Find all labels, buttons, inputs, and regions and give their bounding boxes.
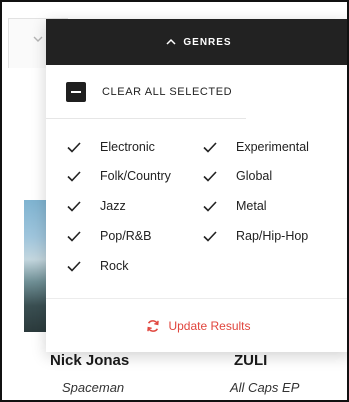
genre-option-rap-hip-hop[interactable]: Rap/Hip-Hop: [202, 226, 308, 246]
genres-toggle-button[interactable]: GENRES: [46, 19, 347, 65]
checkmark-icon: [67, 201, 81, 212]
genre-label: Rock: [100, 259, 129, 273]
genre-option-rock[interactable]: Rock: [66, 256, 128, 276]
result-artist[interactable]: Nick Jonas: [50, 352, 129, 369]
genre-option-electronic[interactable]: Electronic: [66, 137, 155, 157]
checkmark-icon: [67, 231, 81, 242]
result-album[interactable]: Spaceman: [62, 380, 124, 395]
result-artist[interactable]: ZULI: [234, 352, 267, 369]
checkmark-icon: [203, 171, 217, 182]
update-results-label: Update Results: [168, 319, 251, 333]
genre-option-experimental[interactable]: Experimental: [202, 137, 309, 157]
genre-option-pop-rnb[interactable]: Pop/R&B: [66, 226, 151, 246]
genre-label: Experimental: [236, 140, 309, 154]
genre-label: Pop/R&B: [100, 229, 152, 243]
genre-option-jazz[interactable]: Jazz: [66, 196, 126, 216]
genre-label: Folk/Country: [100, 169, 171, 183]
chevron-up-icon: [166, 38, 176, 45]
result-album[interactable]: All Caps EP: [230, 380, 299, 395]
divider: [46, 118, 246, 119]
clear-all-label: CLEAR ALL SELECTED: [102, 86, 233, 98]
refresh-icon: [147, 320, 160, 332]
genre-label: Electronic: [100, 140, 155, 154]
genre-option-global[interactable]: Global: [202, 166, 272, 186]
checkmark-icon: [67, 171, 81, 182]
checkmark-icon: [203, 231, 217, 242]
genre-label: Metal: [236, 199, 267, 213]
minus-box-icon: [66, 82, 86, 102]
checkmark-icon: [203, 142, 217, 153]
checkmark-icon: [67, 142, 81, 153]
genre-option-folk-country[interactable]: Folk/Country: [66, 166, 171, 186]
genres-dropdown-panel: GENRES CLEAR ALL SELECTED Electronic Fol…: [46, 19, 347, 352]
chevron-down-icon: [32, 33, 46, 47]
genre-label: Jazz: [100, 199, 126, 213]
clear-all-selected-button[interactable]: CLEAR ALL SELECTED: [66, 79, 286, 105]
genre-label: Global: [236, 169, 273, 183]
update-results-button[interactable]: Update Results: [46, 313, 347, 339]
divider: [46, 298, 347, 299]
genres-header-label: GENRES: [183, 36, 232, 48]
genre-label: Rap/Hip-Hop: [236, 229, 309, 243]
checkmark-icon: [203, 201, 217, 212]
genre-option-metal[interactable]: Metal: [202, 196, 267, 216]
checkmark-icon: [67, 261, 81, 272]
page-frame: Nick Jonas ZULI Spaceman All Caps EP GEN…: [0, 0, 349, 402]
